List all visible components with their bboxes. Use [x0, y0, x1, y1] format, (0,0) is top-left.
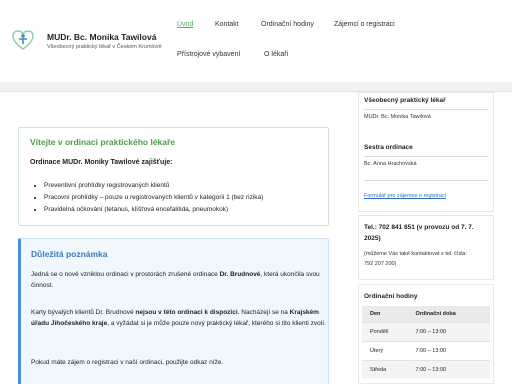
phone-note-2: 792 207 200)	[364, 261, 397, 267]
list-item: Pracovní prohlídky – pouze u registrovan…	[44, 192, 263, 204]
table-row: Středa 7:00 – 13:00	[362, 359, 490, 379]
notice-emphasis: nejsou v této ordinaci k dispozici	[135, 309, 238, 316]
table-row: Pondělí 7:00 – 13:00	[362, 321, 490, 341]
notice-text: Jedná se o nově vzniklou ordinaci v pros…	[31, 271, 220, 278]
notice-emphasis: Dr. Brudnové	[219, 271, 261, 278]
phone-line-1[interactable]: Tel.: 702 841 851 (v provozu od 7. 7.	[364, 224, 474, 231]
list-item: Preventivní prohlídky registrovaných kli…	[44, 180, 263, 192]
divider	[364, 156, 488, 157]
notice-title: Důležitá poznámka	[31, 249, 108, 259]
notice-text: . Nacházejí se na	[237, 309, 290, 316]
notice-text: , a vyžádat si je může pouze nový prakti…	[107, 320, 326, 327]
nurse-heading: Sestra ordinace	[364, 144, 413, 151]
divider	[364, 109, 488, 110]
hours-heading: Ordinační hodiny	[364, 293, 418, 300]
welcome-box: Vítejte v ordinaci praktického lékaře Or…	[18, 127, 329, 226]
registration-form-link[interactable]: Formulář pro zájemce o registraci	[364, 193, 446, 199]
contact-card: Tel.: 702 841 851 (v provozu od 7. 7. 20…	[358, 215, 494, 280]
header-divider-band	[0, 82, 512, 92]
brand-name[interactable]: MUDr. Bc. Monika Tawilová	[47, 32, 156, 42]
nurse-name: Bc. Anna Hrachovská	[364, 161, 417, 167]
notice-paragraph-1: Jedná se o nově vzniklou ordinaci v pros…	[31, 269, 326, 291]
notice-text: Karty bývalých klientů Dr. Brudnové	[31, 309, 136, 316]
nav-zajemci-o-registraci[interactable]: Zájemci o registraci	[334, 21, 395, 28]
services-list: Preventivní prohlídky registrovaných kli…	[44, 180, 263, 216]
hours-table: Den Ordinační doba Pondělí 7:00 – 13:00 …	[362, 306, 490, 379]
welcome-title: Vítejte v ordinaci praktického lékaře	[30, 137, 176, 147]
column-header: Ordinační doba	[407, 306, 490, 322]
hours-cell: 7:00 – 13:00	[407, 321, 490, 341]
doctor-heading: Všeobecný praktický lékař	[364, 97, 446, 104]
nav-pristrojove-vybaveni[interactable]: Přístrojové vybavení	[177, 51, 240, 58]
table-row: Úterý 7:00 – 13:00	[362, 340, 490, 360]
site-header: MUDr. Bc. Monika Tawilová Všeobecný prak…	[0, 0, 512, 82]
welcome-lead: Ordinace MUDr. Moniky Tawilové zajišťuje…	[30, 159, 173, 166]
day-cell: Středa	[362, 359, 408, 379]
day-cell: Pondělí	[362, 321, 408, 341]
medical-logo-icon[interactable]	[11, 28, 35, 52]
nav-uvod[interactable]: Úvod	[177, 21, 193, 28]
nav-o-lekari[interactable]: O lékaři	[264, 51, 288, 58]
brand-subtitle: Všeobecný praktický lékař v Českém Kruml…	[47, 44, 162, 50]
important-notice-box: Důležitá poznámka Jedná se o nově vznikl…	[18, 238, 329, 384]
divider	[364, 180, 488, 181]
phone-line-2: 2025)	[364, 235, 381, 242]
notice-paragraph-3: Pokud máte zájem o registraci v naší ord…	[31, 359, 224, 366]
hours-cell: 7:00 – 13:00	[407, 359, 490, 379]
doctor-name: MUDr. Bc. Monika Tawilová	[364, 114, 431, 120]
staff-card: Všeobecný praktický lékař MUDr. Bc. Moni…	[358, 92, 494, 212]
nav-kontakt[interactable]: Kontakt	[215, 21, 239, 28]
hours-cell: 7:00 – 13:00	[407, 340, 490, 360]
notice-paragraph-2: Karty bývalých klientů Dr. Brudnové nejs…	[31, 307, 326, 329]
phone-note-1: (můžeme Vás také kontaktovat z tel. čísl…	[364, 251, 468, 257]
list-item: Pravidelná očkování (tetanus, klíšťová e…	[44, 204, 263, 216]
day-cell: Úterý	[362, 340, 408, 360]
column-header: Den	[362, 306, 408, 322]
table-header-row: Den Ordinační doba	[362, 306, 490, 322]
nav-ordinacni-hodiny[interactable]: Ordinační hodiny	[261, 21, 314, 28]
